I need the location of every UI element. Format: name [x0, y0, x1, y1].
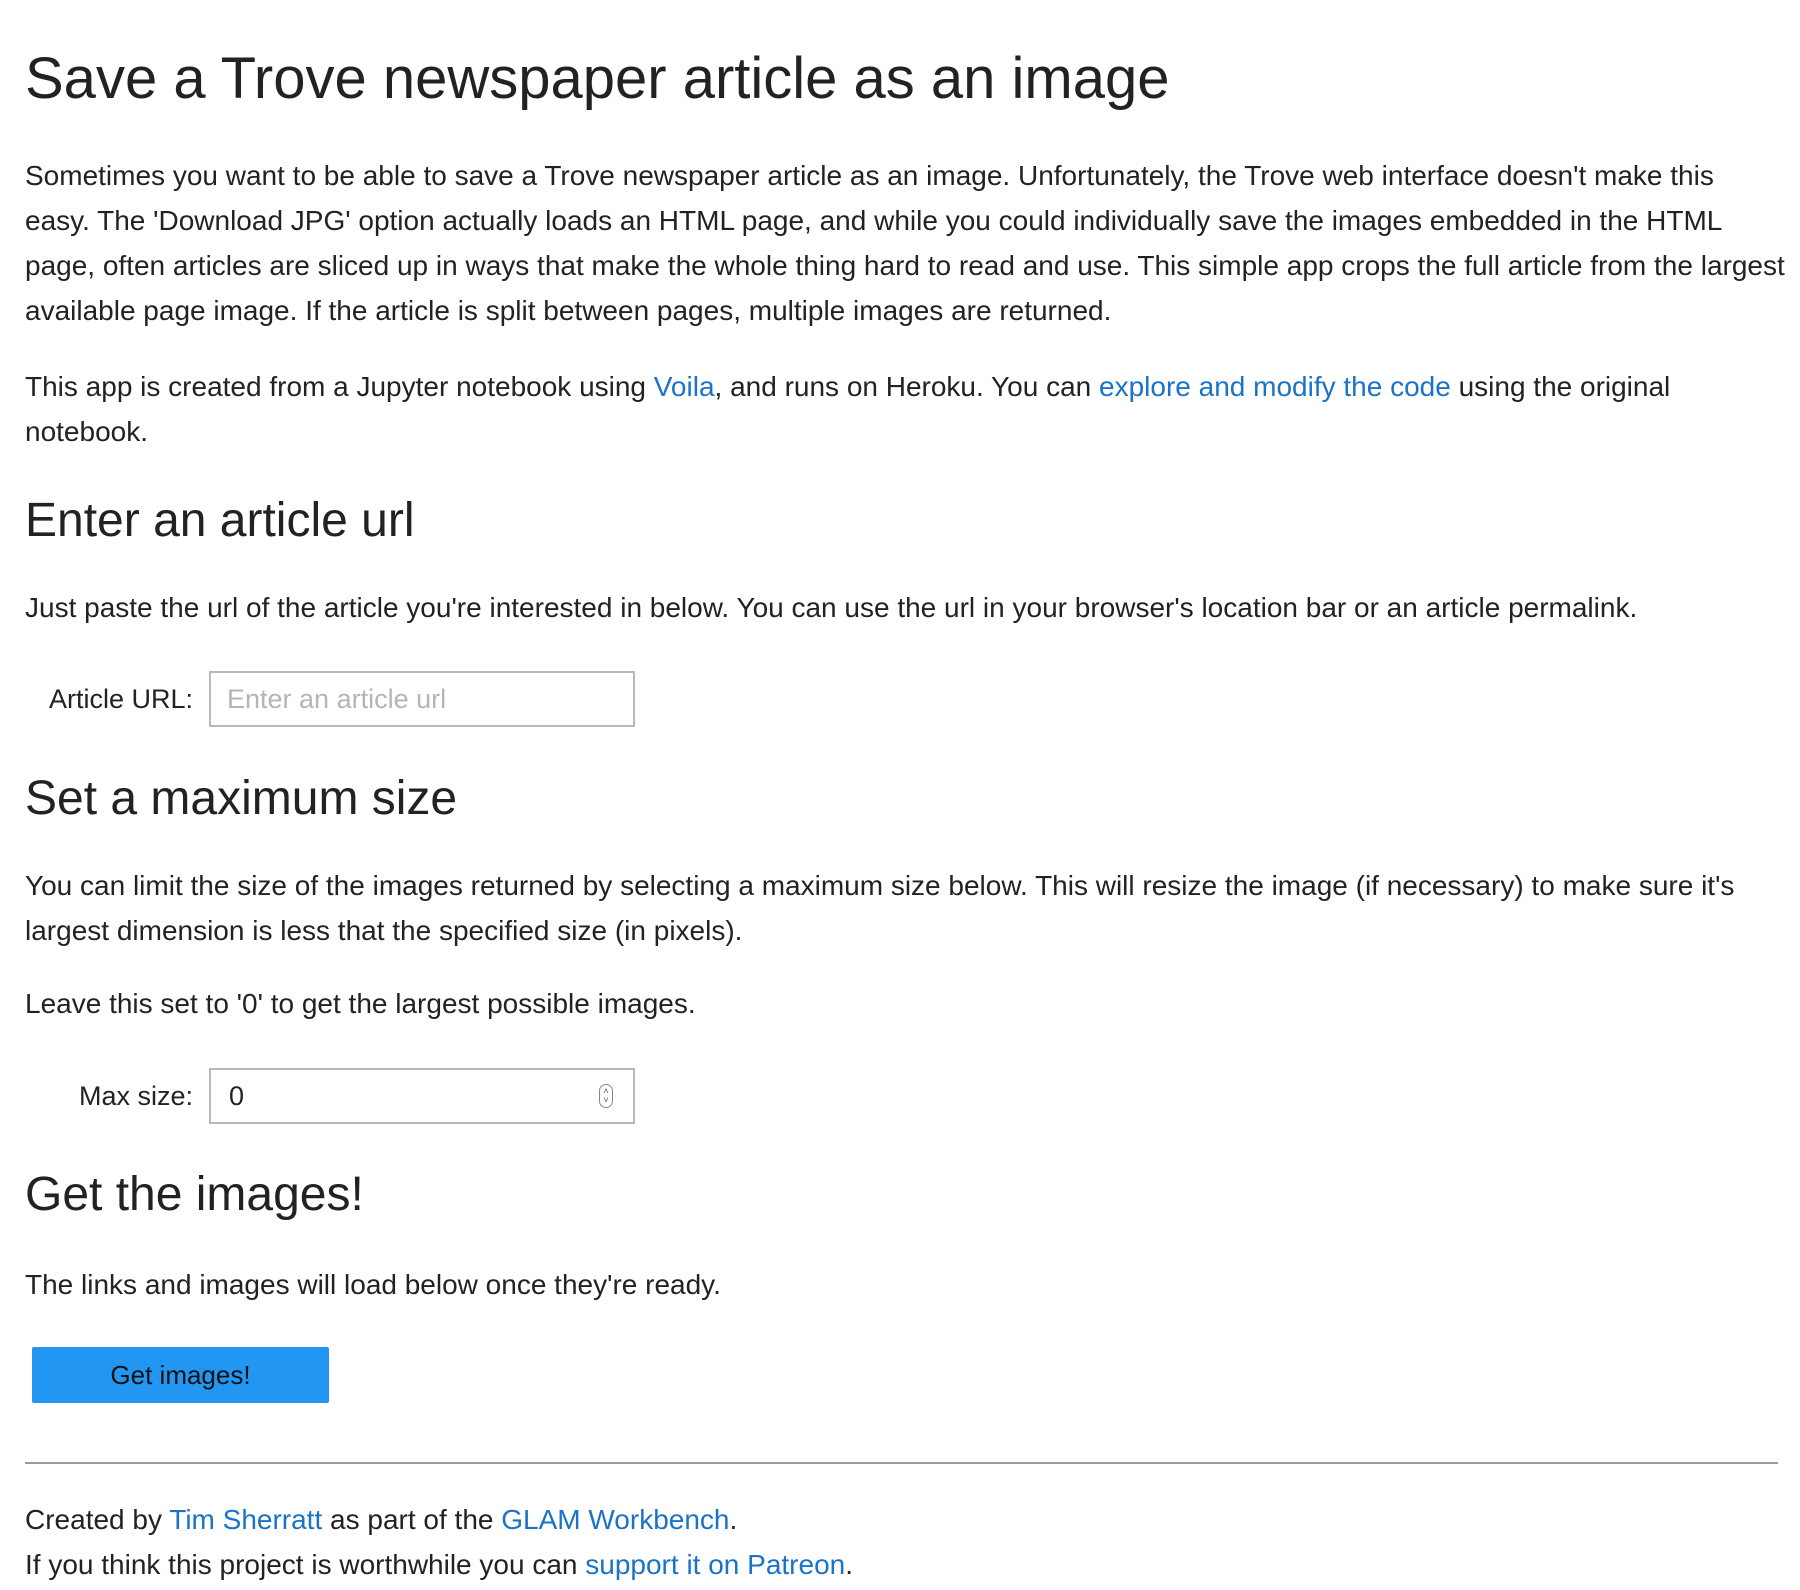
footer-support-line: If you think this project is worthwhile …	[25, 1542, 1785, 1587]
get-images-description: The links and images will load below onc…	[25, 1269, 721, 1300]
glam-workbench-link[interactable]: GLAM Workbench	[501, 1504, 729, 1535]
article-url-description: Just paste the url of the article you're…	[25, 592, 1638, 623]
spinner-down-icon[interactable]: ˅	[603, 1096, 608, 1105]
app-info-paragraph: This app is created from a Jupyter noteb…	[25, 364, 1785, 454]
page-title: Save a Trove newspaper article as an ima…	[25, 46, 1170, 111]
patreon-link[interactable]: support it on Patreon	[585, 1549, 845, 1580]
footer-support-suffix: .	[845, 1549, 853, 1580]
footer-support-prefix: If you think this project is worthwhile …	[25, 1549, 586, 1580]
max-size-label: Max size:	[78, 1081, 193, 1111]
voila-link[interactable]: Voila	[654, 371, 715, 402]
explore-code-link[interactable]: explore and modify the code	[1099, 371, 1451, 402]
intro-paragraph: Sometimes you want to be able to save a …	[25, 160, 1785, 326]
max-size-field[interactable]: 0 ˄ ˅	[209, 1068, 635, 1124]
footer-created-middle: as part of the	[322, 1504, 502, 1535]
max-size-heading: Set a maximum size	[25, 772, 458, 825]
article-url-heading: Enter an article url	[25, 494, 415, 547]
page: Save a Trove newspaper article as an ima…	[0, 0, 1800, 1590]
get-images-button[interactable]: Get images!	[32, 1347, 329, 1403]
app-info-text-1: This app is created from a Jupyter noteb…	[25, 371, 654, 402]
number-spinner[interactable]: ˄ ˅	[599, 1084, 613, 1108]
app-info-text-2: , and runs on Heroku. You can	[714, 371, 1100, 402]
max-size-note: Leave this set to '0' to get the largest…	[25, 988, 696, 1019]
article-url-input[interactable]	[211, 673, 611, 725]
max-size-description: You can limit the size of the images ret…	[25, 870, 1735, 946]
article-url-field[interactable]	[209, 671, 635, 727]
article-url-label: Article URL:	[48, 684, 193, 714]
footer-created-prefix: Created by	[25, 1504, 170, 1535]
footer-divider	[25, 1462, 1778, 1464]
footer-created-line: Created by Tim Sherratt as part of the G…	[25, 1497, 1785, 1542]
get-images-heading: Get the images!	[25, 1168, 364, 1221]
max-size-value[interactable]: 0	[229, 1070, 244, 1122]
footer-created-suffix: .	[729, 1504, 738, 1535]
author-link[interactable]: Tim Sherratt	[169, 1504, 322, 1535]
